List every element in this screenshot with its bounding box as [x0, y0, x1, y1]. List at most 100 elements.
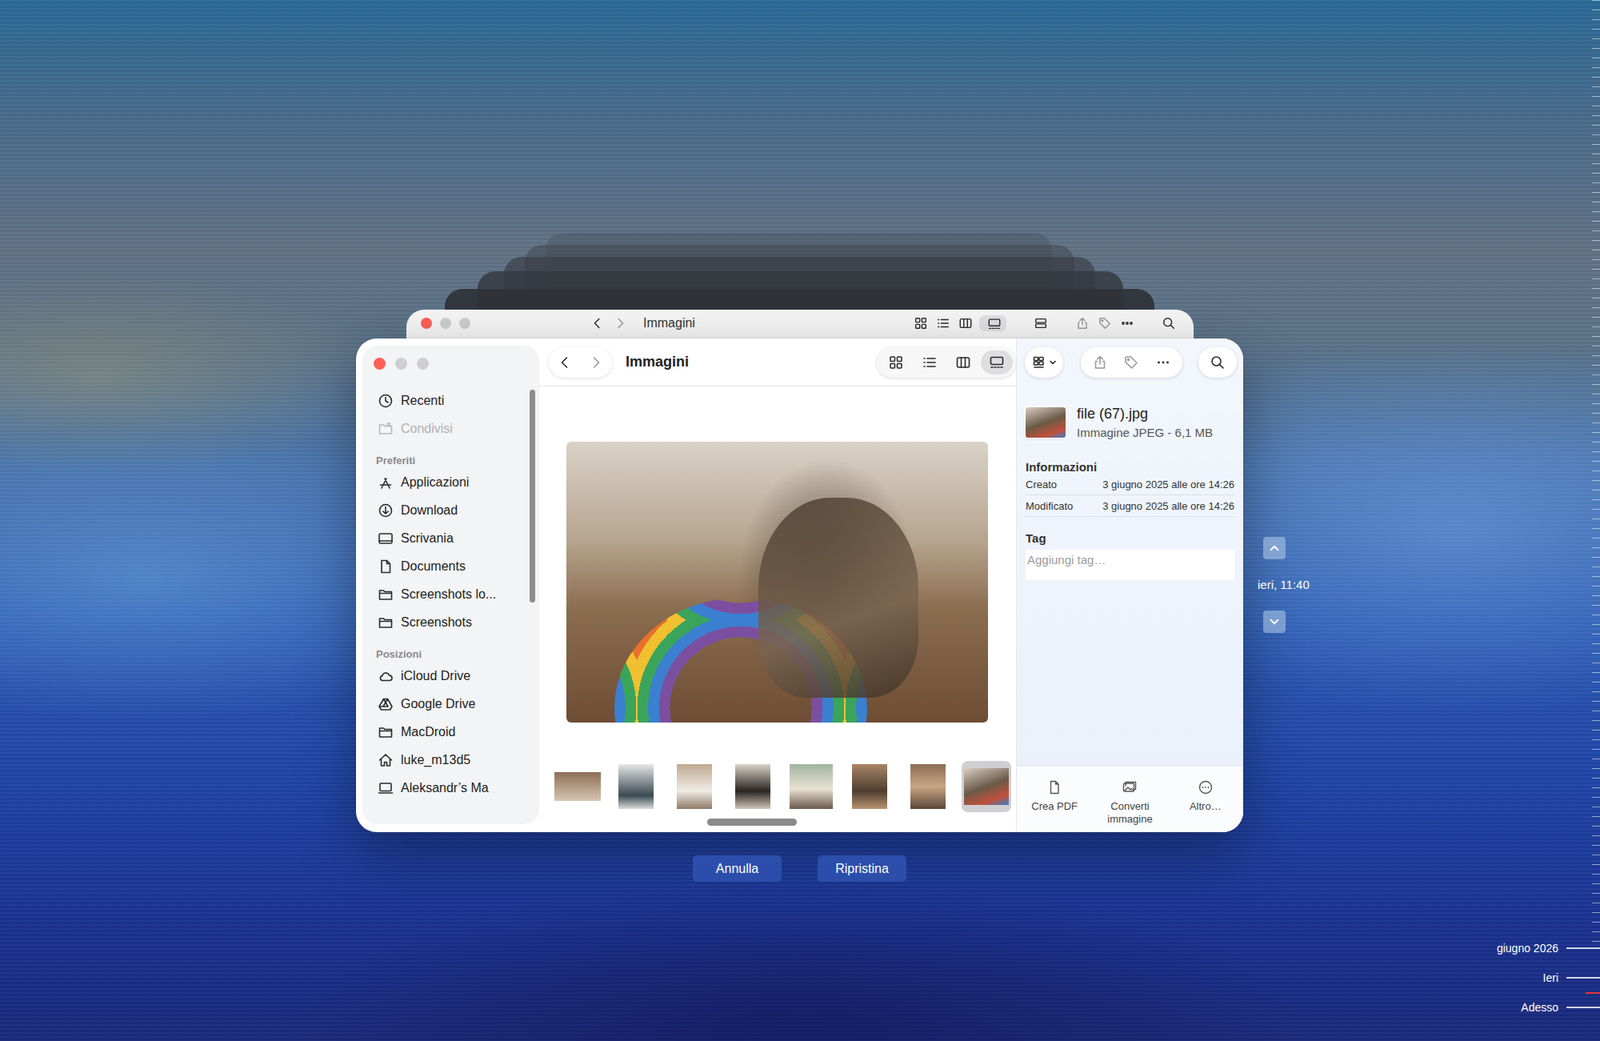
sidebar-item[interactable]: iCloud Drive: [374, 661, 526, 690]
file-header: file (67).jpg Immagine JPEG - 6,1 MB: [1025, 405, 1235, 440]
sidebar: Recenti CondivisiPreferiti Applicazioni …: [356, 338, 539, 832]
thumbnail[interactable]: [786, 760, 836, 812]
inspector-toolbar: [1016, 338, 1244, 387]
timeline-line: [1566, 1006, 1600, 1008]
thumbnail[interactable]: [961, 760, 1012, 812]
back-chevron-icon[interactable]: [590, 316, 605, 331]
quick-action-label: Converti immagine: [1096, 800, 1163, 825]
minimize-button[interactable]: [395, 357, 408, 370]
apps-icon: [377, 474, 394, 491]
timeline-mark[interactable]: giugno 2026: [1496, 938, 1600, 957]
sidebar-item[interactable]: Screenshots lo...: [374, 580, 526, 608]
quick-action[interactable]: Altro…: [1168, 779, 1244, 832]
sidebar-scrollbar[interactable]: [529, 389, 536, 603]
sidebar-item[interactable]: luke_m13d5: [374, 745, 526, 774]
search-button[interactable]: [1198, 347, 1237, 378]
earlier-button[interactable]: [1263, 536, 1286, 560]
thumbnail-image: [618, 764, 654, 809]
forward-chevron-icon[interactable]: [612, 316, 628, 331]
more-icon[interactable]: [1120, 316, 1135, 331]
gallery-view-icon: [987, 316, 1002, 332]
tag-icon[interactable]: [1123, 354, 1140, 371]
toolbar: Immagini: [538, 338, 1016, 387]
horizontal-scrollbar[interactable]: [538, 817, 1016, 826]
thumbnail[interactable]: [538, 760, 544, 812]
sidebar-item-label: Screenshots: [400, 615, 472, 630]
action-button[interactable]: Annulla: [692, 855, 782, 882]
timeline-mark[interactable]: Adesso: [1520, 997, 1600, 1016]
current-snapshot-time: ieri, 11:40: [1257, 577, 1310, 592]
group-button[interactable]: [1024, 347, 1064, 378]
back-chevron-icon[interactable]: [556, 354, 573, 371]
share-icon[interactable]: [1075, 316, 1090, 331]
scrollbar-thumb[interactable]: [707, 818, 797, 826]
preview-photo-subject: [758, 497, 919, 698]
view-button[interactable]: [947, 350, 980, 375]
tag-field[interactable]: Aggiungi tag…: [1025, 549, 1235, 580]
shared-icon: [377, 420, 394, 437]
timeline-ticks[interactable]: [1592, 0, 1600, 944]
thumbnail-image: [852, 764, 888, 809]
view-button[interactable]: [980, 350, 1013, 375]
sidebar-item-label: Recenti: [400, 393, 444, 408]
folder-icon: [377, 586, 394, 603]
list-view-icon: [921, 354, 938, 371]
thumbnail-image: [554, 772, 601, 801]
search-icon[interactable]: [1161, 316, 1176, 331]
view-button[interactable]: [880, 350, 912, 375]
close-button[interactable]: [373, 357, 386, 370]
list-view-icon[interactable]: [936, 316, 951, 331]
sidebar-item[interactable]: MacDroid: [374, 717, 526, 746]
thumbnail[interactable]: [728, 760, 778, 812]
sidebar-item[interactable]: Aleksandr’s Ma: [374, 773, 526, 802]
sidebar-item-label: iCloud Drive: [400, 668, 471, 684]
sidebar-item-label: Condivisi: [400, 421, 453, 436]
more-icon[interactable]: [1155, 354, 1172, 371]
info-label: Creato: [1025, 478, 1088, 491]
thumbnail[interactable]: [611, 760, 661, 812]
sidebar-item-label: Screenshots lo...: [400, 587, 496, 602]
dropdown-chevron-icon: [1048, 358, 1057, 367]
thumbnail[interactable]: [903, 760, 953, 812]
zoom-button[interactable]: [459, 317, 471, 329]
minimize-button[interactable]: [440, 317, 452, 329]
zoom-button[interactable]: [416, 357, 429, 370]
sidebar-item-label: Scrivania: [400, 531, 454, 546]
sidebar-item-label: Documents: [400, 559, 466, 574]
finder-window[interactable]: Recenti CondivisiPreferiti Applicazioni …: [356, 338, 1244, 832]
group-icon[interactable]: [1033, 316, 1048, 331]
gallery-view-button[interactable]: [979, 315, 1007, 332]
sidebar-item[interactable]: Screenshots: [374, 608, 526, 636]
tag-icon[interactable]: [1097, 316, 1112, 331]
thumbnail[interactable]: [552, 760, 603, 812]
thumbnail[interactable]: [844, 760, 895, 812]
window-title: Immagini: [625, 353, 689, 371]
action-button[interactable]: Ripristina: [817, 855, 907, 882]
info-value: 3 giugno 2025 alle ore 14:26: [1088, 478, 1235, 491]
close-button[interactable]: [420, 317, 432, 329]
sidebar-item-label: MacDroid: [400, 724, 456, 740]
folder-icon: [377, 614, 394, 631]
quick-action[interactable]: Crea PDF: [1016, 779, 1092, 832]
file-kind: Immagine JPEG - 6,1 MB: [1076, 425, 1213, 440]
thumbnail-image: [910, 764, 946, 809]
sidebar-item[interactable]: Condivisi: [374, 414, 526, 443]
image-preview[interactable]: [566, 441, 988, 723]
sidebar-item[interactable]: Recenti: [374, 386, 526, 415]
later-button[interactable]: [1263, 610, 1286, 633]
sidebar-item[interactable]: Scrivania: [374, 524, 526, 552]
quick-action[interactable]: Converti immagine: [1092, 779, 1168, 832]
sidebar-item-label: Google Drive: [400, 696, 476, 712]
sidebar-item[interactable]: Applicazioni: [374, 468, 526, 496]
sidebar-item[interactable]: Google Drive: [374, 689, 526, 718]
sidebar-item[interactable]: Documents: [374, 552, 526, 580]
info-section-title: Informazioni: [1025, 460, 1235, 474]
columns-view-icon[interactable]: [958, 316, 973, 331]
sidebar-item[interactable]: Download: [374, 496, 526, 524]
timeline-mark[interactable]: Ieri: [1543, 968, 1600, 987]
forward-chevron-icon[interactable]: [588, 354, 604, 371]
grid-view-icon[interactable]: [913, 316, 928, 331]
view-button[interactable]: [913, 350, 946, 375]
thumbnail[interactable]: [669, 760, 720, 812]
share-icon[interactable]: [1092, 354, 1108, 371]
